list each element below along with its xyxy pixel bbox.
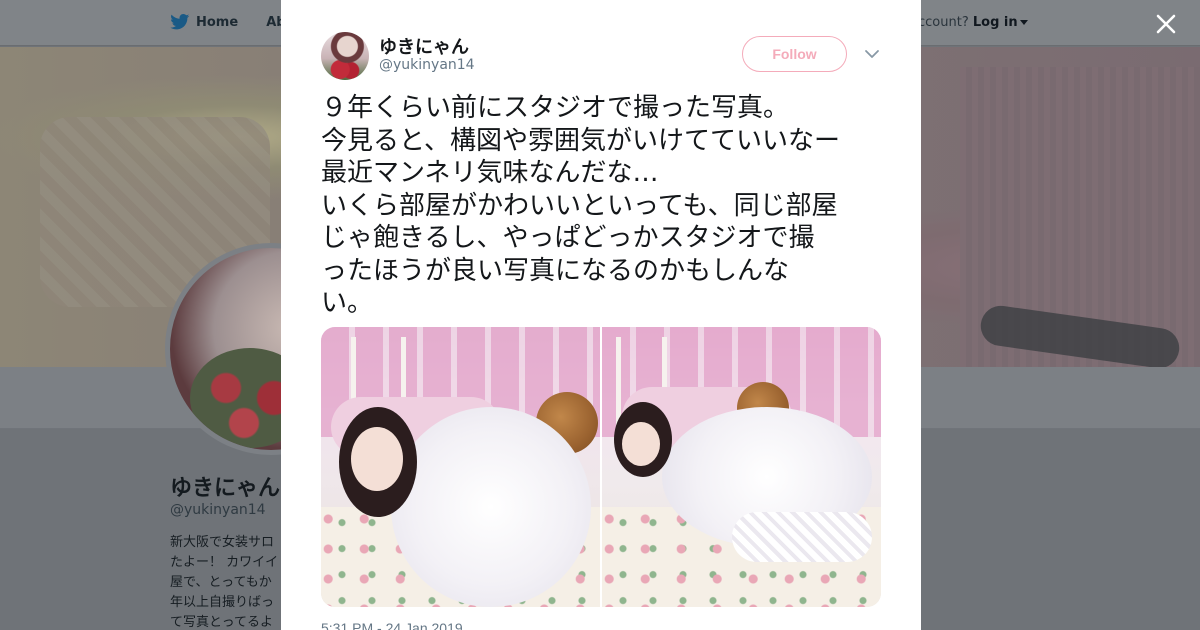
bio-line: 年以上自撮りばっ (170, 595, 275, 610)
chevron-down-icon[interactable] (864, 47, 880, 61)
tweet-author-avatar[interactable] (321, 32, 369, 80)
nav-home-label: Home (196, 14, 239, 30)
photo-bed-rail (616, 337, 621, 427)
login-area: ccount? Log in (918, 15, 1028, 30)
tweet-timestamp[interactable]: 5:31 PM - 24 Jan 2019 (321, 620, 463, 630)
nav-home[interactable]: Home (170, 14, 238, 30)
twitter-bird-icon (170, 14, 190, 30)
bio-line: て写真とってるよ (170, 615, 273, 630)
tweet-modal: ゆきにゃん @yukinyan14 Follow ９年くらい前にスタジオで撮った… (281, 0, 921, 630)
tweet-media-grid (321, 327, 881, 607)
caret-down-icon[interactable] (1019, 20, 1028, 25)
tweet-text-line: ９年くらい前にスタジオで撮った写真。 (321, 93, 790, 123)
tweet-text: ９年くらい前にスタジオで撮った写真。 今見ると、構図や雰囲気がいけてていいなー … (321, 92, 886, 320)
tweet-photo-2[interactable] (602, 327, 881, 607)
profile-name: ゆきにゃん (170, 476, 281, 501)
photo-face (351, 427, 403, 491)
photo-face (622, 422, 660, 466)
tweet-text-line: じゃ飽きるし、やっぱどっかスタジオで撮 (321, 223, 815, 253)
bio-line: 新大阪で女装サロ (170, 535, 275, 550)
bio-line: 屋で、とってもか (170, 575, 272, 590)
photo-dress (391, 407, 591, 607)
follow-button[interactable]: Follow (742, 36, 847, 72)
tweet-photo-1[interactable] (321, 327, 600, 607)
profile-handle: @yukinyan14 (170, 502, 266, 518)
tweet-text-line: 今見ると、構図や雰囲気がいけてていいなー (321, 125, 840, 156)
close-icon[interactable] (1150, 8, 1182, 40)
tweet-text-line: い。 (321, 288, 374, 318)
profile-bio: 新大阪で女装サロ たよー！ カワイイ 屋で、とってもか 年以上自撮りばっ て写真… (170, 533, 282, 630)
tweet-author-handle[interactable]: @yukinyan14 (379, 57, 475, 73)
bio-line: たよー！ カワイイ (170, 555, 279, 570)
login-link[interactable]: Log in (973, 15, 1018, 30)
photo-legs (732, 512, 872, 562)
account-prompt: ccount? (918, 15, 969, 30)
main-nav: Home Abo (170, 14, 295, 30)
tweet-text-line: いくら部屋がかわいいといっても、同じ部屋 (321, 190, 838, 221)
tweet-text-line: 最近マンネリ気味なんだな… (321, 158, 659, 188)
tweet-text-line: ったほうが良い写真になるのかもしんな (321, 255, 790, 286)
tweet-author-name[interactable]: ゆきにゃん (379, 33, 469, 59)
